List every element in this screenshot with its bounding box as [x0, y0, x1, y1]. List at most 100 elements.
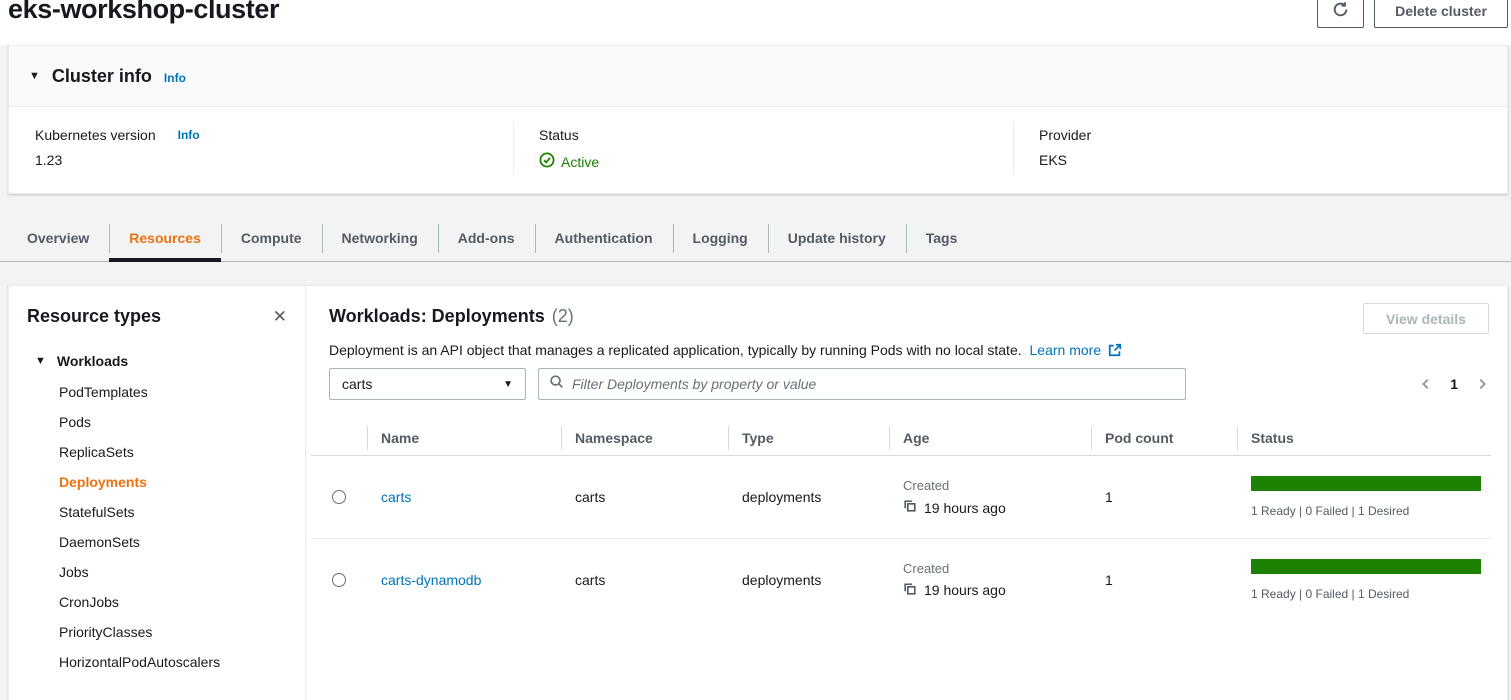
collapse-caret-icon: ▼: [29, 70, 40, 82]
search-input[interactable]: [572, 376, 1175, 392]
sidebar-item-horizontalpodautoscalers[interactable]: HorizontalPodAutoscalers: [9, 647, 305, 677]
status-value: Active: [539, 152, 599, 171]
provider-field: Provider EKS: [1039, 127, 1091, 168]
status-bar: [1251, 476, 1481, 491]
chevron-down-icon: ▼: [503, 379, 513, 390]
sidebar-item-priorityclasses[interactable]: PriorityClasses: [9, 617, 305, 647]
eks-cluster-page: eks-workshop-cluster Delete cluster ▼ Cl…: [0, 0, 1511, 700]
sidebar-item-podtemplates[interactable]: PodTemplates: [9, 377, 305, 407]
learn-more-link[interactable]: Learn more: [1030, 342, 1102, 358]
status-cell: 1 Ready | 0 Failed | 1 Desired: [1237, 559, 1491, 601]
kubernetes-version-value: 1.23: [35, 152, 200, 168]
pagination: 1: [1419, 368, 1489, 400]
age-cell: Created 19 hours ago: [889, 561, 1091, 599]
deployment-link[interactable]: carts: [381, 489, 411, 505]
pod-count-column-header[interactable]: Pod count: [1091, 420, 1237, 455]
tab-overview[interactable]: Overview: [7, 215, 109, 261]
search-box: [538, 368, 1186, 400]
sidebar-item-pods[interactable]: Pods: [9, 407, 305, 437]
status-label: Status: [539, 127, 599, 143]
column-divider: [513, 121, 514, 175]
kubernetes-version-info-link[interactable]: Info: [178, 128, 200, 142]
tab-resources[interactable]: Resources: [109, 215, 221, 261]
filter-row: carts ▼: [329, 368, 1507, 400]
deployments-table: Name Namespace Type Age Pod count Status…: [311, 420, 1491, 620]
deployments-main: Workloads: Deployments (2) View details …: [306, 286, 1507, 700]
status-cell: 1 Ready | 0 Failed | 1 Desired: [1237, 476, 1491, 518]
cluster-info-info-link[interactable]: Info: [164, 71, 186, 85]
close-icon[interactable]: ✕: [273, 308, 287, 325]
tab-networking[interactable]: Networking: [322, 215, 438, 261]
age-cell: Created 19 hours ago: [889, 478, 1091, 516]
tab-tags[interactable]: Tags: [906, 215, 978, 261]
header-actions: Delete cluster: [1317, 0, 1508, 28]
resource-types-title: Resource types: [27, 306, 161, 327]
resource-types-sidebar: Resource types ✕ ▼ Workloads PodTemplate…: [9, 286, 306, 700]
deployments-title: Workloads: Deployments: [329, 306, 545, 327]
current-page[interactable]: 1: [1450, 376, 1458, 392]
cluster-info-panel: ▼ Cluster info Info Kubernetes version I…: [8, 45, 1508, 194]
refresh-icon: [1332, 1, 1349, 21]
copy-icon[interactable]: [903, 499, 917, 516]
page-header: eks-workshop-cluster Delete cluster: [0, 0, 1511, 45]
group-caret-icon: ▼: [35, 355, 46, 367]
sidebar-item-jobs[interactable]: Jobs: [9, 557, 305, 587]
filter-dropdown[interactable]: carts ▼: [329, 368, 526, 400]
sidebar-item-cronjobs[interactable]: CronJobs: [9, 587, 305, 617]
type-column-header[interactable]: Type: [728, 420, 889, 455]
column-divider: [1013, 121, 1014, 175]
cluster-info-title: Cluster info: [52, 66, 152, 87]
provider-label: Provider: [1039, 127, 1091, 143]
status-field: Status Active: [539, 127, 599, 171]
copy-icon[interactable]: [903, 582, 917, 599]
namespace-cell: carts: [561, 572, 728, 588]
check-circle-icon: [539, 152, 555, 171]
sidebar-item-deployments[interactable]: Deployments: [9, 467, 305, 497]
row-radio-button[interactable]: [332, 573, 346, 587]
cluster-info-body: Kubernetes version Info 1.23 Status Acti…: [9, 107, 1507, 193]
pod-count-cell: 1: [1091, 489, 1237, 505]
refresh-button[interactable]: [1317, 0, 1364, 28]
type-cell: deployments: [728, 572, 889, 588]
deployments-description: Deployment is an API object that manages…: [329, 341, 1122, 358]
kubernetes-version-field: Kubernetes version Info 1.23: [35, 127, 200, 168]
resource-type-list: PodTemplates Pods ReplicaSets Deployment…: [9, 377, 305, 677]
age-column-header[interactable]: Age: [889, 420, 1091, 455]
tab-authentication[interactable]: Authentication: [535, 215, 673, 261]
deployment-link[interactable]: carts-dynamodb: [381, 572, 481, 588]
filter-dropdown-value: carts: [342, 376, 372, 392]
table-row: carts carts deployments Created: [311, 456, 1491, 538]
table-row: carts-dynamodb carts deployments Created: [311, 538, 1491, 620]
row-radio-button[interactable]: [332, 490, 346, 504]
search-icon: [549, 374, 564, 394]
page-title: eks-workshop-cluster: [8, 0, 279, 25]
deployments-count: (2): [552, 306, 574, 327]
next-page-icon[interactable]: [1475, 377, 1489, 391]
name-column-header[interactable]: Name: [367, 420, 561, 455]
pod-count-cell: 1: [1091, 572, 1237, 588]
external-link-icon: [1108, 344, 1122, 360]
previous-page-icon[interactable]: [1419, 377, 1433, 391]
namespace-column-header[interactable]: Namespace: [561, 420, 728, 455]
tab-compute[interactable]: Compute: [221, 215, 322, 261]
type-cell: deployments: [728, 489, 889, 505]
provider-value: EKS: [1039, 152, 1091, 168]
sidebar-item-statefulsets[interactable]: StatefulSets: [9, 497, 305, 527]
view-details-button[interactable]: View details: [1363, 303, 1489, 334]
cluster-info-header[interactable]: ▼ Cluster info Info: [9, 46, 1507, 107]
table-header: Name Namespace Type Age Pod count Status: [311, 420, 1491, 456]
selection-column-header: [311, 420, 367, 455]
sidebar-item-daemonsets[interactable]: DaemonSets: [9, 527, 305, 557]
sidebar-group-workloads[interactable]: ▼ Workloads: [35, 353, 305, 369]
cluster-tabs: Overview Resources Compute Networking Ad…: [0, 215, 1511, 262]
delete-cluster-button[interactable]: Delete cluster: [1374, 0, 1508, 28]
status-column-header[interactable]: Status: [1237, 420, 1491, 455]
resources-content: Resource types ✕ ▼ Workloads PodTemplate…: [8, 285, 1508, 700]
tab-add-ons[interactable]: Add-ons: [438, 215, 535, 261]
sidebar-item-replicasets[interactable]: ReplicaSets: [9, 437, 305, 467]
tab-logging[interactable]: Logging: [673, 215, 768, 261]
status-bar: [1251, 559, 1481, 574]
namespace-cell: carts: [561, 489, 728, 505]
tab-update-history[interactable]: Update history: [768, 215, 906, 261]
kubernetes-version-label: Kubernetes version Info: [35, 127, 200, 143]
